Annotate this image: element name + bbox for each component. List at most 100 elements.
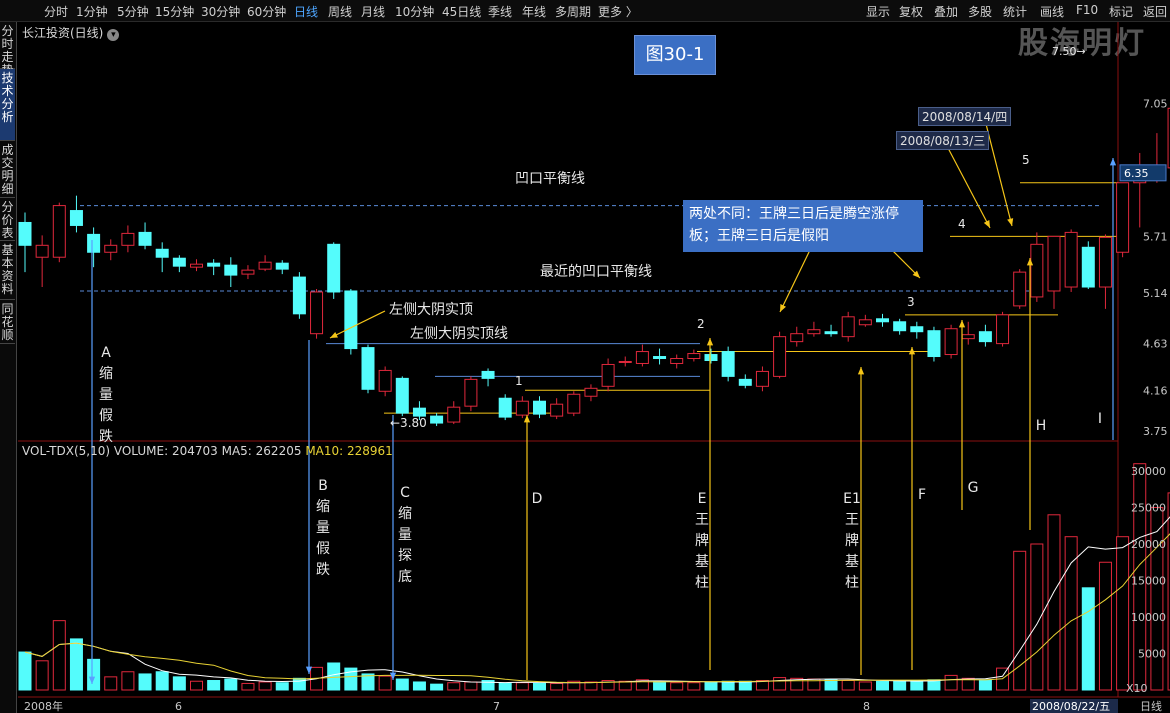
- volume-tick-label: 30000: [1131, 465, 1166, 478]
- volume-bar: [155, 671, 169, 691]
- volume-bar: [447, 682, 461, 691]
- volume-bar: [87, 658, 101, 691]
- volume-bar: [841, 680, 855, 691]
- candle-body: [52, 205, 66, 258]
- label-E: 基: [695, 553, 709, 570]
- volume-bar: [378, 675, 392, 691]
- candle-body: [241, 269, 255, 275]
- candle-body: [876, 318, 889, 323]
- candle-body: [395, 377, 409, 414]
- candle-body: [310, 291, 324, 335]
- candle-body: [858, 319, 872, 326]
- label-E: 王: [695, 512, 709, 528]
- candle-body: [533, 400, 546, 415]
- candle-body: [893, 321, 907, 332]
- label-B: 量: [316, 520, 330, 536]
- candle-body: [910, 326, 924, 333]
- volume-tick-label: 15000: [1131, 575, 1166, 588]
- candle-body: [670, 358, 684, 364]
- price-tick-label: 5.14: [1143, 287, 1168, 300]
- label-E: 牌: [695, 532, 709, 549]
- volume-bar: [1081, 587, 1095, 691]
- volume-bar: [533, 682, 546, 691]
- label-C: 量: [398, 527, 412, 543]
- x-axis-label: 7: [493, 700, 500, 713]
- volume-bar: [738, 680, 752, 691]
- volume-bar: [395, 678, 409, 691]
- volume-bar: [18, 651, 32, 691]
- x-axis-label: 日线: [1140, 699, 1162, 713]
- volume-bar: [190, 680, 203, 691]
- candle-body: [104, 244, 118, 253]
- candle-body: [1030, 243, 1044, 298]
- label-A: 跌: [99, 429, 113, 445]
- volume-bar: [464, 681, 478, 691]
- last-price-label: 6.35: [1124, 167, 1149, 180]
- arrow-head: [857, 367, 865, 375]
- arrow-d2: [985, 123, 1013, 227]
- x-axis-label: 2008年: [24, 699, 63, 713]
- candle-body: [550, 403, 564, 417]
- candle-body: [978, 331, 992, 343]
- volume-legend: VOL-TDX(5,10) VOLUME: 204703 MA5: 262205…: [22, 444, 393, 458]
- price-tick-label: 4.63: [1143, 338, 1168, 351]
- label-C: 底: [398, 569, 412, 585]
- candle-body: [961, 334, 975, 340]
- volume-tick-label: 25000: [1131, 502, 1166, 515]
- candle-body: [721, 351, 735, 377]
- volume-bar: [858, 681, 872, 691]
- arrow-left-top: [329, 310, 386, 339]
- label-G: G: [968, 480, 979, 496]
- volume-bar: [138, 673, 152, 691]
- label-H: H: [1036, 418, 1047, 434]
- volume-bar: [275, 682, 289, 691]
- candle-body: [1116, 182, 1130, 253]
- wave-number: 5: [1022, 153, 1030, 167]
- label-B: 跌: [316, 562, 330, 578]
- price-tick-label: 7.05: [1143, 97, 1168, 110]
- volume-bar: [515, 682, 529, 691]
- candle-body: [327, 243, 341, 293]
- volume-tick-label: 10000: [1131, 611, 1166, 624]
- volume-bar: [773, 677, 787, 691]
- candle-body: [1013, 271, 1027, 307]
- date-label-d2: 2008/08/14/四: [918, 107, 1012, 126]
- volume-bar: [910, 680, 924, 691]
- candle-body: [927, 330, 941, 358]
- candle-body: [190, 263, 203, 268]
- label-E1: 柱: [845, 575, 859, 591]
- label-I: I: [1098, 411, 1102, 427]
- label-A: 假: [99, 408, 113, 424]
- candle-body: [704, 354, 718, 361]
- volume-bar: [670, 682, 684, 691]
- volume-tick-label: 5000: [1138, 648, 1166, 661]
- volume-bar: [172, 676, 186, 691]
- indicator-name[interactable]: VOL-TDX(5,10): [22, 444, 110, 458]
- volume-bar: [207, 680, 221, 691]
- candle-body: [635, 351, 649, 364]
- arrow-head: [523, 415, 531, 423]
- price-tick-label: 5.71: [1143, 230, 1168, 243]
- arrow-head: [908, 347, 916, 355]
- candle-body: [841, 316, 855, 338]
- label-E1: 王: [845, 512, 859, 528]
- label-C: 缩: [398, 506, 412, 522]
- label-B: 假: [316, 541, 330, 557]
- figure-label: 图30-1: [634, 35, 716, 75]
- candle-body: [687, 353, 701, 360]
- label-E: E: [698, 491, 707, 507]
- candle-body: [344, 290, 358, 350]
- volume-bar: [224, 678, 238, 691]
- candle-body: [790, 333, 804, 343]
- candle-body: [35, 244, 49, 258]
- price-tick-label: 4.16: [1143, 384, 1168, 397]
- candle-body: [378, 369, 392, 392]
- low-price-marker: ←3.80: [390, 416, 427, 430]
- ma5-line: [24, 516, 1170, 684]
- volume-bar: [618, 680, 632, 691]
- label-E: 柱: [695, 575, 709, 591]
- x-axis-label: 6: [175, 700, 182, 713]
- candle-body: [996, 314, 1010, 345]
- label-E1: 牌: [845, 532, 859, 549]
- candle-body: [807, 329, 821, 335]
